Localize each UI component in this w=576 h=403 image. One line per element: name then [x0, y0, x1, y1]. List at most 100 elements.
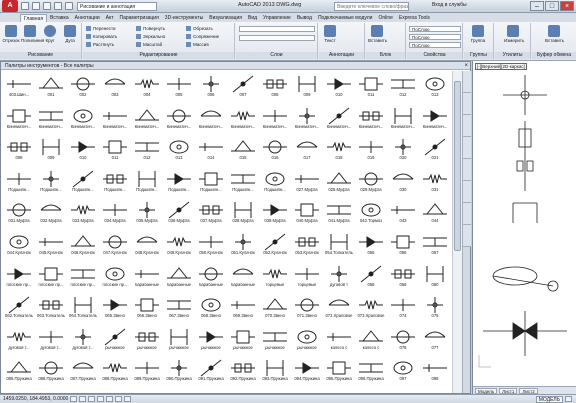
- palette-tool[interactable]: рычажное: [259, 325, 291, 357]
- open-file-icon[interactable]: [32, 2, 40, 10]
- tab-2[interactable]: Аннотации: [72, 14, 103, 22]
- palette-tool[interactable]: 009: [35, 135, 67, 167]
- palette-tool[interactable]: 003: [99, 72, 131, 104]
- palette-tool[interactable]: 096.Пружина: [355, 356, 387, 388]
- layer-state-dropdown[interactable]: [239, 35, 315, 41]
- palette-tool[interactable]: 031.Муфта: [3, 198, 35, 230]
- new-file-icon[interactable]: [21, 2, 29, 10]
- palette-tool[interactable]: 059: [387, 262, 419, 294]
- block-panel-caption[interactable]: Блок: [366, 52, 405, 59]
- palette-tool[interactable]: 011: [355, 72, 387, 104]
- palette-tool[interactable]: 065.Звено: [99, 293, 131, 325]
- layer-dropdown[interactable]: [239, 26, 315, 32]
- palette-tool[interactable]: плоские пр...: [99, 262, 131, 294]
- palette-tool[interactable]: дуговой т...: [35, 325, 67, 357]
- palette-tool[interactable]: 016: [259, 135, 291, 167]
- palette-tool[interactable]: 008: [259, 72, 291, 104]
- tab-9[interactable]: Вывод: [294, 14, 315, 22]
- palette-tool[interactable]: 044: [419, 198, 451, 230]
- palette-tool[interactable]: Кинематич...: [323, 104, 355, 136]
- palette-close-button[interactable]: ×: [464, 62, 468, 70]
- palette-side-tab[interactable]: [463, 93, 471, 115]
- palette-tool[interactable]: 071.Звено: [291, 293, 323, 325]
- palette-tool[interactable]: 089.Пружина: [131, 356, 163, 388]
- palette-tool[interactable]: 090.Пружина: [163, 356, 195, 388]
- groups-panel-caption[interactable]: Группы: [464, 52, 493, 59]
- palette-tool[interactable]: Подшипн...: [163, 167, 195, 199]
- tab-11[interactable]: Online: [375, 14, 395, 22]
- tab-0[interactable]: Главная: [20, 14, 48, 22]
- palette-tool[interactable]: 013: [163, 135, 195, 167]
- palette-tool[interactable]: 064.Толкатель: [67, 293, 99, 325]
- palette-tool[interactable]: Кинематич...: [163, 104, 195, 136]
- palette-tool[interactable]: барабанные: [195, 262, 227, 294]
- palette-tool[interactable]: 075: [419, 293, 451, 325]
- modify-tool-1-1[interactable]: Зеркально: [136, 34, 165, 39]
- palette-tool[interactable]: Кинематич...: [419, 104, 451, 136]
- modify-tool-0-2[interactable]: Обрезать: [186, 26, 213, 31]
- palette-tool[interactable]: 005: [163, 72, 195, 104]
- grid-toggle[interactable]: [79, 396, 87, 402]
- palette-tool[interactable]: Кинематич...: [387, 104, 419, 136]
- tab-12[interactable]: Express Tools: [396, 14, 433, 22]
- palette-tool[interactable]: 086.Пружина: [35, 356, 67, 388]
- lineweight-toggle[interactable]: [124, 396, 132, 402]
- palette-tool[interactable]: 097: [387, 356, 419, 388]
- palette-tool[interactable]: 021: [419, 135, 451, 167]
- properties-panel-caption[interactable]: Свойства: [407, 52, 462, 59]
- palette-tool[interactable]: 046.Кулачок: [67, 230, 99, 262]
- palette-tool[interactable]: 032.Муфта: [35, 198, 67, 230]
- tab-1[interactable]: Вставка: [47, 14, 72, 22]
- palette-tool[interactable]: 001: [35, 72, 67, 104]
- palette-tool[interactable]: Кинематич...: [67, 104, 99, 136]
- tab-3[interactable]: Акт: [103, 14, 117, 22]
- palette-tool[interactable]: Подшипн...: [3, 167, 35, 199]
- palette-tool[interactable]: барабанные: [131, 262, 163, 294]
- text-button[interactable]: Текст: [321, 25, 339, 43]
- palette-tool[interactable]: Кинематич...: [259, 104, 291, 136]
- model-space-button[interactable]: МОДЕЛЬ: [535, 395, 563, 403]
- palette-tool[interactable]: 058: [355, 262, 387, 294]
- palette-tool[interactable]: торцевые: [291, 262, 323, 294]
- palette-tool[interactable]: 088.Пружина: [99, 356, 131, 388]
- palette-tool[interactable]: 050.Кулачок: [195, 230, 227, 262]
- palette-tool[interactable]: торцевые: [259, 262, 291, 294]
- palette-tool[interactable]: 093.Пружина: [259, 356, 291, 388]
- palette-tool[interactable]: 055: [355, 230, 387, 262]
- palette-tool[interactable]: Кинематич...: [227, 104, 259, 136]
- palette-tool[interactable]: 006: [195, 72, 227, 104]
- tab-4[interactable]: Параметризация: [117, 14, 162, 22]
- palette-tool[interactable]: 042.Тормоз: [355, 198, 387, 230]
- layers-panel-caption[interactable]: Слои: [236, 52, 317, 59]
- palette-tool[interactable]: дуговой т: [323, 262, 355, 294]
- palette-tool[interactable]: 018: [323, 135, 355, 167]
- palette-side-tab[interactable]: [463, 203, 471, 225]
- modify-panel-caption[interactable]: Редактирование: [83, 52, 234, 59]
- palette-tool[interactable]: 017: [291, 135, 323, 167]
- palette-tool[interactable]: 067.Звено: [163, 293, 195, 325]
- insert-block-button[interactable]: Вставить: [368, 25, 387, 43]
- palette-tool[interactable]: рычажное: [195, 325, 227, 357]
- tab-8[interactable]: Управление: [260, 14, 294, 22]
- palette-tool[interactable]: 012: [131, 135, 163, 167]
- palette-tool[interactable]: 010: [67, 135, 99, 167]
- palette-tool[interactable]: Подшипн...: [35, 167, 67, 199]
- palette-scrollbar[interactable]: [452, 71, 462, 393]
- polyline-button[interactable]: Полилиния: [21, 25, 44, 43]
- modify-tool-1-2[interactable]: Сопряжение: [186, 34, 219, 39]
- palette-tool[interactable]: 045.Кулачок: [35, 230, 67, 262]
- palette-tool[interactable]: 037.Муфта: [195, 198, 227, 230]
- palette-tool[interactable]: плоские пр...: [35, 262, 67, 294]
- palette-tool[interactable]: 047.Кулачок: [99, 230, 131, 262]
- palette-tool[interactable]: 051.Кулачок: [227, 230, 259, 262]
- palette-tool[interactable]: 029.Муфта: [355, 167, 387, 199]
- palette-tool[interactable]: 039.Муфта: [259, 198, 291, 230]
- palette-tool[interactable]: 012: [387, 72, 419, 104]
- palette-tool[interactable]: рычажное: [131, 325, 163, 357]
- palette-tool[interactable]: 013: [419, 72, 451, 104]
- palette-tool[interactable]: 053.Кулачок: [291, 230, 323, 262]
- palette-tool[interactable]: рычажное: [163, 325, 195, 357]
- layout-tab-1[interactable]: Лист1: [499, 387, 518, 394]
- palette-tool[interactable]: 034.Муфта: [99, 198, 131, 230]
- palette-tool[interactable]: 019: [355, 135, 387, 167]
